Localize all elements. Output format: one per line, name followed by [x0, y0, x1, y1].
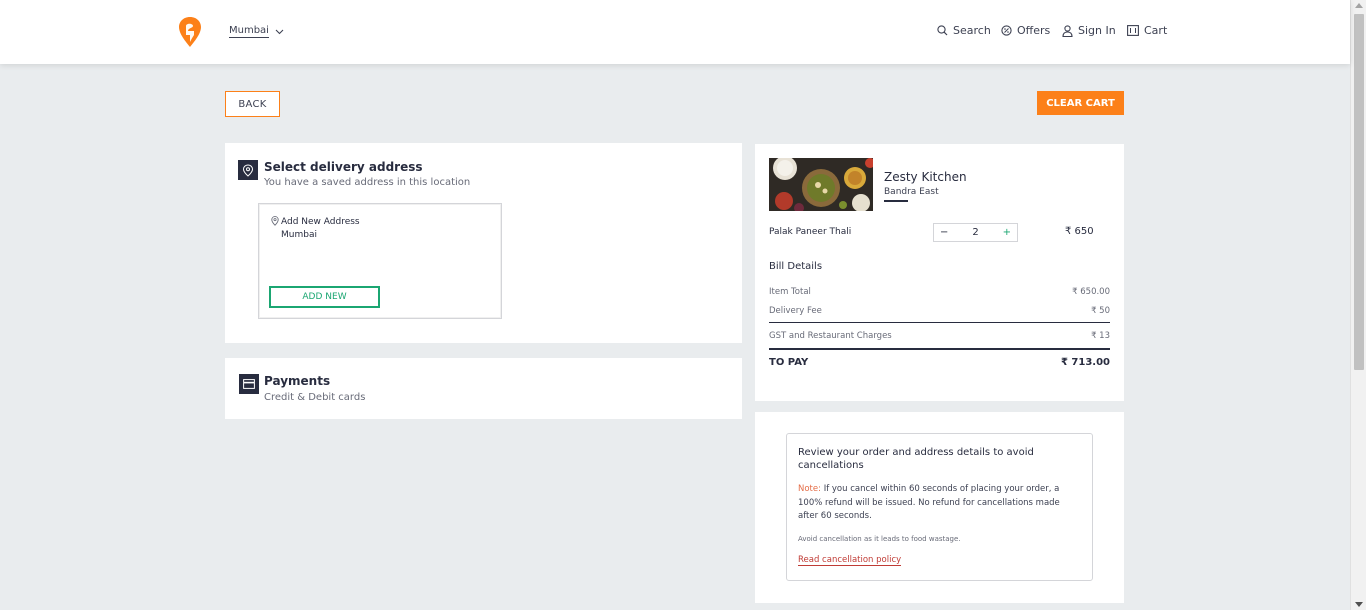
quantity-stepper[interactable]: − 2 +: [933, 223, 1018, 242]
nav-offers-label: Offers: [1017, 24, 1051, 37]
bill-row-item-total: Item Total ₹ 650.00: [769, 287, 1110, 297]
increase-quantity-button[interactable]: +: [1003, 227, 1011, 238]
scroll-up-arrow-icon[interactable]: [1355, 3, 1363, 8]
cancellation-notice: Review your order and address details to…: [786, 433, 1093, 581]
cart-item-name: Palak Paneer Thali: [769, 227, 852, 237]
bill-row-value: ₹ 650.00: [1072, 287, 1110, 297]
nav-cart[interactable]: Cart: [1127, 24, 1167, 37]
payments-subtitle: Credit & Debit cards: [264, 392, 366, 403]
bill-row-label: Item Total: [769, 287, 811, 297]
add-address-card-title: Add New Address: [281, 217, 360, 227]
user-icon: [1062, 24, 1073, 37]
note-text: If you cancel within 60 seconds of placi…: [798, 484, 1060, 521]
nav-cart-label: Cart: [1144, 24, 1168, 37]
to-pay-row: TO PAY ₹ 713.00: [769, 357, 1110, 368]
review-note: Note: If you cancel within 60 seconds of…: [798, 483, 1081, 524]
delivery-address-subtitle: You have a saved address in this locatio…: [264, 177, 471, 188]
delivery-address-title: Select delivery address: [264, 160, 423, 174]
scroll-down-arrow-icon[interactable]: [1355, 602, 1363, 607]
bill-row-label: GST and Restaurant Charges: [769, 331, 892, 341]
bill-row-value: ₹ 13: [1091, 331, 1110, 341]
payments-panel[interactable]: Payments Credit & Debit cards: [225, 358, 742, 419]
offers-icon: [1001, 25, 1012, 36]
bill-row-gst: GST and Restaurant Charges ₹ 13: [769, 331, 1110, 341]
bill-details-title: Bill Details: [769, 261, 823, 272]
add-new-address-button[interactable]: ADD NEW: [269, 286, 380, 308]
delivery-address-panel: Select delivery address You have a saved…: [225, 143, 742, 343]
nav-search[interactable]: Search: [937, 24, 991, 37]
review-title: Review your order and address details to…: [798, 447, 1034, 471]
bill-row-delivery-fee: Delivery Fee ₹ 50: [769, 306, 1110, 316]
chevron-down-icon: [275, 29, 284, 34]
cart-icon: [1127, 25, 1139, 36]
nav-sign-in-label: Sign In: [1078, 24, 1116, 37]
restaurant-underline: [884, 200, 908, 202]
restaurant-image: [769, 158, 873, 211]
back-button[interactable]: BACK: [225, 91, 280, 117]
to-pay-label: TO PAY: [769, 357, 809, 368]
card-icon: [239, 374, 259, 394]
nav-offers[interactable]: Offers: [1001, 24, 1050, 37]
clear-cart-button[interactable]: CLEAR CART: [1037, 91, 1124, 115]
location-pin-icon: [238, 160, 258, 180]
restaurant-area: Bandra East: [884, 187, 939, 197]
avoid-cancellation-text: Avoid cancellation as it leads to food w…: [798, 534, 961, 543]
total-divider: [769, 348, 1110, 350]
search-icon: [937, 25, 948, 36]
map-pin-icon: [271, 216, 279, 226]
add-address-card[interactable]: Add New Address Mumbai ADD NEW: [258, 203, 502, 319]
note-label: Note:: [798, 484, 821, 494]
bill-divider: [769, 322, 1110, 323]
to-pay-value: ₹ 713.00: [1060, 357, 1110, 368]
page-scrollbar[interactable]: [1350, 0, 1366, 610]
restaurant-name: Zesty Kitchen: [884, 170, 967, 184]
swiggy-logo-icon[interactable]: [178, 16, 202, 48]
payments-title: Payments: [264, 374, 331, 388]
location-city: Mumbai: [229, 25, 269, 38]
top-header: Mumbai Search Offers Sign In Cart: [0, 0, 1350, 64]
nav-sign-in[interactable]: Sign In: [1062, 24, 1116, 37]
decrease-quantity-button[interactable]: −: [940, 227, 948, 238]
nav-search-label: Search: [953, 24, 991, 37]
cancellation-policy-link[interactable]: Read cancellation policy: [798, 555, 902, 566]
bill-row-label: Delivery Fee: [769, 306, 822, 316]
quantity-value: 2: [972, 227, 979, 238]
review-order-panel: Review your order and address details to…: [755, 412, 1124, 603]
cart-summary-panel: Zesty Kitchen Bandra East Palak Paneer T…: [755, 144, 1124, 401]
cart-item-price: ₹ 650: [1065, 226, 1094, 237]
scroll-thumb[interactable]: [1354, 14, 1364, 370]
location-selector[interactable]: Mumbai: [229, 25, 284, 38]
bill-row-value: ₹ 50: [1091, 306, 1110, 316]
add-address-card-city: Mumbai: [281, 230, 317, 240]
